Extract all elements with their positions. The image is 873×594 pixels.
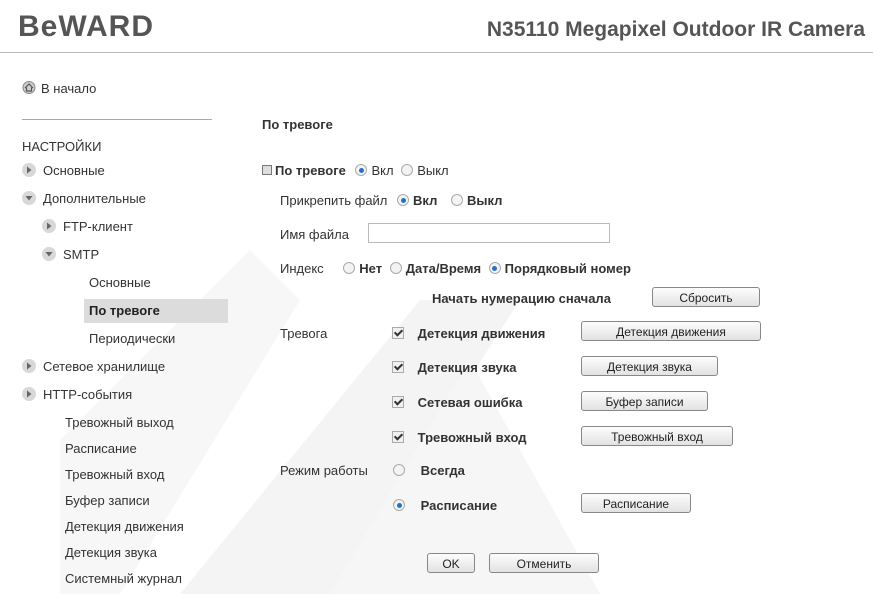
filename-label: Имя файла — [280, 227, 349, 242]
sidebar-item-audio[interactable]: Детекция звука — [65, 545, 157, 560]
alarm-row: По тревоге Вкл Выкл — [262, 163, 449, 178]
network-error-label: Сетевая ошибка — [417, 395, 523, 410]
sidebar-item-syslog[interactable]: Системный журнал — [65, 571, 182, 586]
mode-label: Режим работы — [280, 463, 368, 478]
sidebar-item-alarm-out[interactable]: Тревожный выход — [65, 415, 174, 430]
home-icon — [22, 81, 36, 94]
mode-schedule-row: Расписание — [393, 498, 497, 513]
sidebar: В начало НАСТРОЙКИ Основные Дополнительн… — [0, 53, 228, 594]
audio-detection-button[interactable]: Детекция звука — [581, 356, 718, 376]
sidebar-item-on-alarm[interactable]: По тревоге — [84, 299, 228, 323]
index-sequence-label: Порядковый номер — [504, 261, 631, 276]
motion-label: Детекция движения — [417, 326, 546, 341]
header: BeWARD N35110 Megapixel Outdoor IR Camer… — [0, 0, 873, 53]
attach-label: Прикрепить файл — [280, 193, 388, 208]
trigger-row: Детекция движения — [392, 326, 545, 341]
trigger-row: Детекция звука — [392, 360, 516, 375]
sidebar-item-smtp-basic[interactable]: Основные — [89, 275, 151, 290]
sidebar-item-advanced[interactable]: Дополнительные — [22, 191, 146, 206]
reset-button[interactable]: Сбросить — [652, 287, 760, 307]
alarm-on-radio[interactable] — [355, 164, 368, 176]
trigger-row: Тревожный вход — [392, 430, 527, 445]
mode-always-row: Всегда — [393, 463, 465, 478]
sidebar-item-basic[interactable]: Основные — [22, 163, 105, 178]
index-datetime-radio[interactable] — [389, 262, 402, 274]
arrow-right-icon — [42, 219, 56, 233]
attach-on-label: Вкл — [413, 193, 438, 208]
arrow-down-icon — [22, 191, 36, 205]
attach-off-label: Выкл — [466, 193, 503, 208]
sidebar-item-schedule[interactable]: Расписание — [65, 441, 137, 456]
alarm-on-label: Вкл — [371, 163, 394, 178]
cancel-button[interactable]: Отменить — [489, 553, 599, 573]
collapse-square-icon — [262, 165, 272, 175]
alarm-off-label: Выкл — [417, 163, 449, 178]
index-none-radio[interactable] — [343, 262, 356, 274]
mode-schedule-radio[interactable] — [393, 499, 405, 511]
beward-logo: BeWARD — [18, 10, 155, 43]
filename-input[interactable] — [368, 223, 610, 243]
ok-button[interactable]: OK — [427, 553, 475, 573]
page-title: По тревоге — [262, 117, 333, 132]
record-buffer-button[interactable]: Буфер записи — [581, 391, 708, 411]
sidebar-item-periodic[interactable]: Периодически — [89, 331, 175, 346]
index-sequence-radio[interactable] — [488, 262, 501, 274]
arrow-right-icon — [22, 387, 36, 401]
audio-label: Детекция звука — [417, 360, 517, 375]
alarm-input-label: Тревожный вход — [417, 430, 527, 445]
attach-row: Прикрепить файл Вкл Выкл — [280, 193, 502, 208]
arrow-right-icon — [22, 163, 36, 177]
settings-heading: НАСТРОЙКИ — [22, 139, 102, 154]
triggers-label: Тревога — [280, 326, 328, 341]
arrow-down-icon — [42, 247, 56, 261]
motion-checkbox[interactable] — [392, 327, 404, 339]
alarm-input-button[interactable]: Тревожный вход — [581, 426, 733, 446]
alarm-label: По тревоге — [275, 163, 346, 178]
sidebar-item-alarm-in[interactable]: Тревожный вход — [65, 467, 164, 482]
sidebar-divider — [22, 119, 212, 120]
mode-always-label: Всегда — [420, 463, 465, 478]
audio-checkbox[interactable] — [392, 361, 404, 373]
sidebar-item-record-buffer[interactable]: Буфер записи — [65, 493, 150, 508]
home-label: В начало — [41, 81, 97, 96]
sidebar-item-nas[interactable]: Сетевое хранилище — [22, 359, 165, 374]
main-panel: По тревоге По тревоге Вкл Выкл Прикрепит… — [228, 53, 873, 594]
attach-on-radio[interactable] — [397, 194, 410, 206]
sidebar-item-http-events[interactable]: HTTP-события — [22, 387, 132, 402]
network-error-checkbox[interactable] — [392, 396, 404, 408]
mode-schedule-label: Расписание — [420, 498, 498, 513]
trigger-row: Сетевая ошибка — [392, 395, 522, 410]
sidebar-item-ftp[interactable]: FTP-клиент — [42, 219, 133, 234]
arrow-right-icon — [22, 359, 36, 373]
home-link[interactable]: В начало — [22, 81, 96, 96]
index-row: Индекс Нет Дата/Время Порядковый номер — [280, 261, 631, 276]
index-none-label: Нет — [359, 261, 383, 276]
index-datetime-label: Дата/Время — [405, 261, 482, 276]
product-title: N35110 Megapixel Outdoor IR Camera — [486, 18, 865, 41]
alarm-off-radio[interactable] — [401, 164, 414, 176]
reset-numbering-label: Начать нумерацию сначала — [432, 291, 611, 306]
index-label: Индекс — [280, 261, 324, 276]
sidebar-item-smtp[interactable]: SMTP — [42, 247, 99, 262]
schedule-button[interactable]: Расписание — [581, 493, 691, 513]
attach-off-radio[interactable] — [450, 194, 463, 206]
motion-detection-button[interactable]: Детекция движения — [581, 321, 761, 341]
alarm-input-checkbox[interactable] — [392, 431, 404, 443]
mode-always-radio[interactable] — [393, 464, 405, 476]
sidebar-item-motion[interactable]: Детекция движения — [65, 519, 184, 534]
